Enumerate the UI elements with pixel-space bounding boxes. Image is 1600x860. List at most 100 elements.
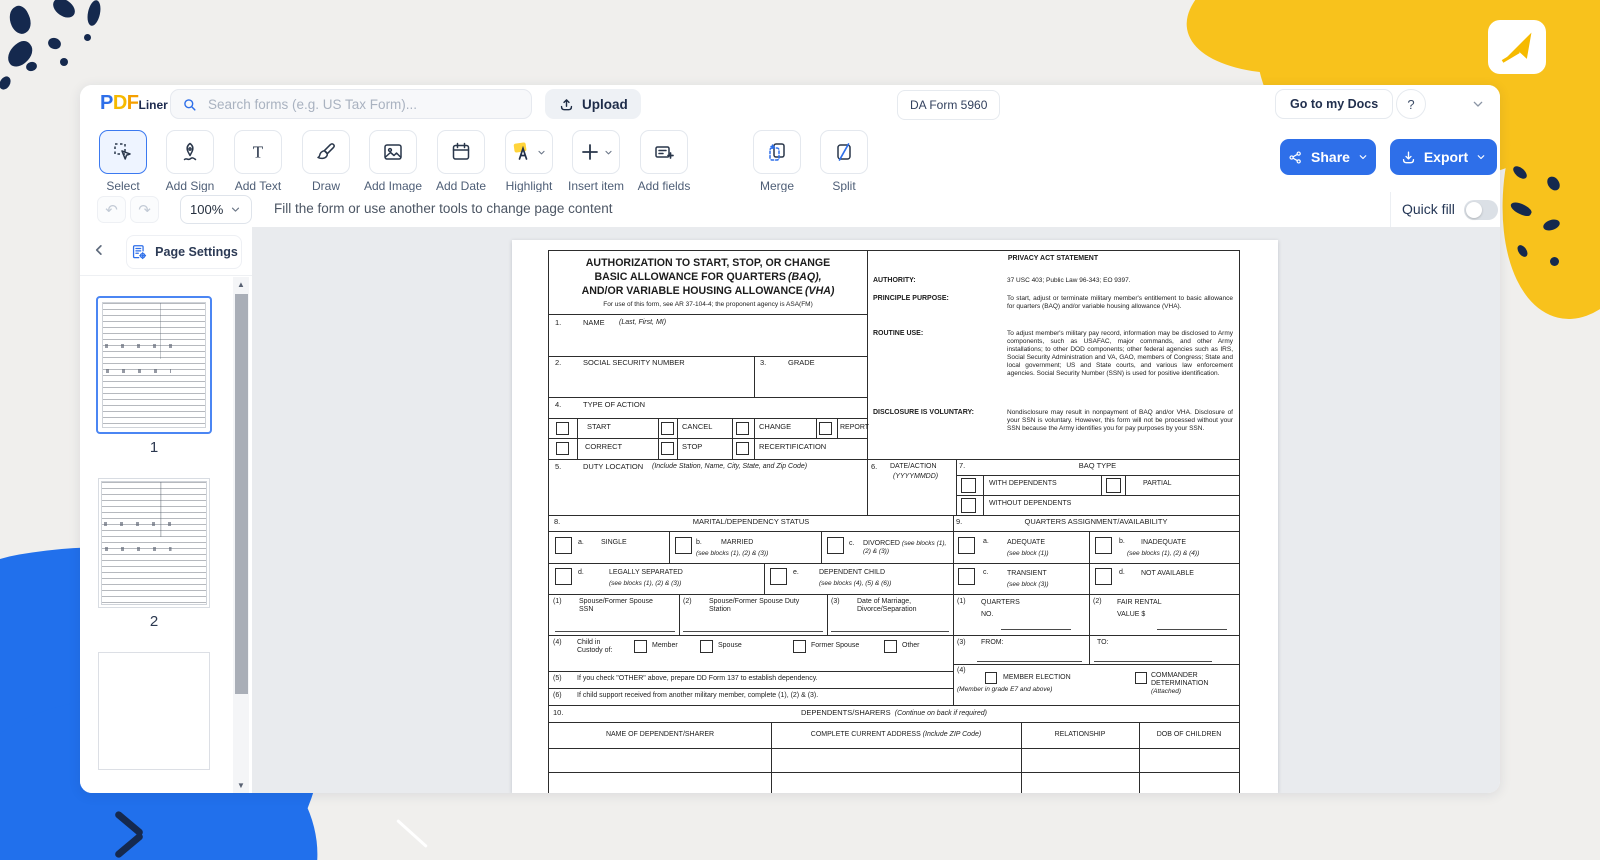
tool-label: Add Text [234, 179, 282, 193]
option-letter: c. [983, 569, 989, 576]
document-name: DA Form 5960 [910, 98, 988, 112]
form-checkbox[interactable] [958, 568, 975, 585]
export-button[interactable]: Export [1390, 139, 1497, 175]
help-button[interactable]: ? [1396, 89, 1426, 119]
decor-dot [25, 60, 38, 73]
zoom-select[interactable]: 100% [180, 195, 252, 224]
option-label: Member [652, 642, 678, 649]
scroll-up-arrow[interactable]: ▲ [233, 280, 249, 289]
form-checkbox[interactable] [675, 537, 692, 554]
form-checkbox[interactable] [555, 568, 572, 585]
field-number: 4. [555, 400, 562, 409]
document-canvas[interactable]: AUTHORIZATION TO START, STOP, OR CHANGE … [252, 227, 1500, 793]
page-thumbnail-2[interactable] [98, 478, 210, 608]
scrollbar-thumb[interactable] [234, 294, 248, 694]
form-title: AUTHORIZATION TO START, STOP, OR CHANGE [585, 257, 831, 269]
search-input[interactable] [206, 95, 521, 113]
field-label: NAME [583, 318, 605, 327]
form-checkbox[interactable] [556, 422, 569, 435]
option-letter: a. [578, 539, 584, 546]
grid-line [679, 594, 680, 635]
upload-button[interactable]: Upload [545, 89, 641, 119]
tool-add-sign[interactable]: Add Sign [158, 130, 222, 193]
field-number: (3) [831, 598, 840, 605]
sidebar-scrollbar[interactable]: ▲ ▼ [233, 277, 249, 793]
share-button[interactable]: Share [1280, 139, 1376, 175]
form-checkbox[interactable] [556, 442, 569, 455]
fill-line [1094, 661, 1212, 662]
tool-split[interactable]: Split [812, 130, 876, 193]
add-fields-button[interactable] [640, 130, 688, 174]
tool-add-text[interactable]: T Add Text [226, 130, 290, 193]
grid-line [549, 356, 867, 357]
form-checkbox[interactable] [770, 568, 787, 585]
redo-button[interactable]: ↷ [130, 196, 159, 223]
form-checkbox[interactable] [958, 537, 975, 554]
tool-add-fields[interactable]: Add fields [632, 130, 696, 193]
option-letter: a. [983, 538, 989, 545]
form-checkbox[interactable] [736, 442, 749, 455]
option-label: PARTIAL [1143, 480, 1172, 487]
form-checkbox[interactable] [1106, 478, 1121, 493]
split-button[interactable] [820, 130, 868, 174]
form-checkbox[interactable] [555, 537, 572, 554]
collapse-sidebar-button[interactable] [90, 241, 108, 264]
add-text-button[interactable]: T [234, 130, 282, 174]
form-checkbox[interactable] [827, 537, 844, 554]
form-checkbox[interactable] [961, 498, 976, 513]
page-settings-button[interactable]: Page Settings [126, 235, 242, 269]
tool-insert-item[interactable]: Insert item [564, 130, 628, 193]
form-checkbox[interactable] [1135, 672, 1147, 684]
highlight-button[interactable] [505, 130, 553, 174]
add-sign-button[interactable] [166, 130, 214, 174]
add-image-button[interactable] [369, 130, 417, 174]
tool-add-date[interactable]: Add Date [429, 130, 493, 193]
form-checkbox[interactable] [1095, 537, 1112, 554]
account-menu-button[interactable] [1470, 96, 1486, 117]
option-hint: (Attached) [1151, 688, 1181, 696]
go-to-my-docs-button[interactable]: Go to my Docs [1275, 89, 1394, 119]
share-label: Share [1311, 149, 1350, 165]
page-thumbnail-1[interactable] [96, 296, 212, 434]
form-checkbox[interactable] [819, 422, 832, 435]
form-checkbox[interactable] [736, 422, 749, 435]
form-checkbox[interactable] [661, 422, 674, 435]
form-checkbox[interactable] [793, 640, 806, 653]
form-checkbox[interactable] [1095, 568, 1112, 585]
tool-label: Add Date [435, 179, 487, 193]
search-bar[interactable] [170, 89, 532, 119]
tool-add-image[interactable]: Add Image [361, 130, 425, 193]
form-checkbox[interactable] [634, 640, 647, 653]
form-checkbox[interactable] [884, 640, 897, 653]
grid-line [549, 438, 867, 439]
page-thumbnail-3[interactable] [98, 652, 210, 770]
form-checkbox[interactable] [985, 672, 997, 684]
privacy-text: 37 USC 403; Public Law 96-343; EO 9397. [1007, 277, 1131, 284]
quick-fill-toggle[interactable] [1464, 200, 1498, 220]
merge-button[interactable] [753, 130, 801, 174]
grid-line [953, 664, 1239, 665]
logo-letter: F [126, 92, 139, 114]
option-letter: d. [578, 569, 584, 576]
form-checkbox[interactable] [700, 640, 713, 653]
pdfliner-logo[interactable]: PDFLiner [100, 92, 168, 115]
tool-highlight[interactable]: Highlight [497, 130, 561, 193]
grid-line [549, 418, 867, 419]
tool-merge[interactable]: Merge [745, 130, 809, 193]
document-page[interactable]: AUTHORIZATION TO START, STOP, OR CHANGE … [512, 240, 1278, 793]
select-button[interactable] [99, 130, 147, 174]
option-label: ADEQUATE [1007, 539, 1045, 546]
field-label: GRADE [788, 358, 815, 367]
scroll-down-arrow[interactable]: ▼ [233, 781, 249, 790]
draw-button[interactable] [302, 130, 350, 174]
add-date-button[interactable] [437, 130, 485, 174]
form-checkbox[interactable] [661, 442, 674, 455]
tool-draw[interactable]: Draw [294, 130, 358, 193]
grid-line [549, 772, 1239, 773]
page-number-1: 1 [149, 439, 159, 456]
privacy-label: AUTHORITY: [873, 277, 916, 284]
form-checkbox[interactable] [961, 478, 976, 493]
undo-button[interactable]: ↶ [97, 196, 126, 223]
insert-item-button[interactable] [572, 130, 620, 174]
tool-select[interactable]: Select [91, 130, 155, 193]
